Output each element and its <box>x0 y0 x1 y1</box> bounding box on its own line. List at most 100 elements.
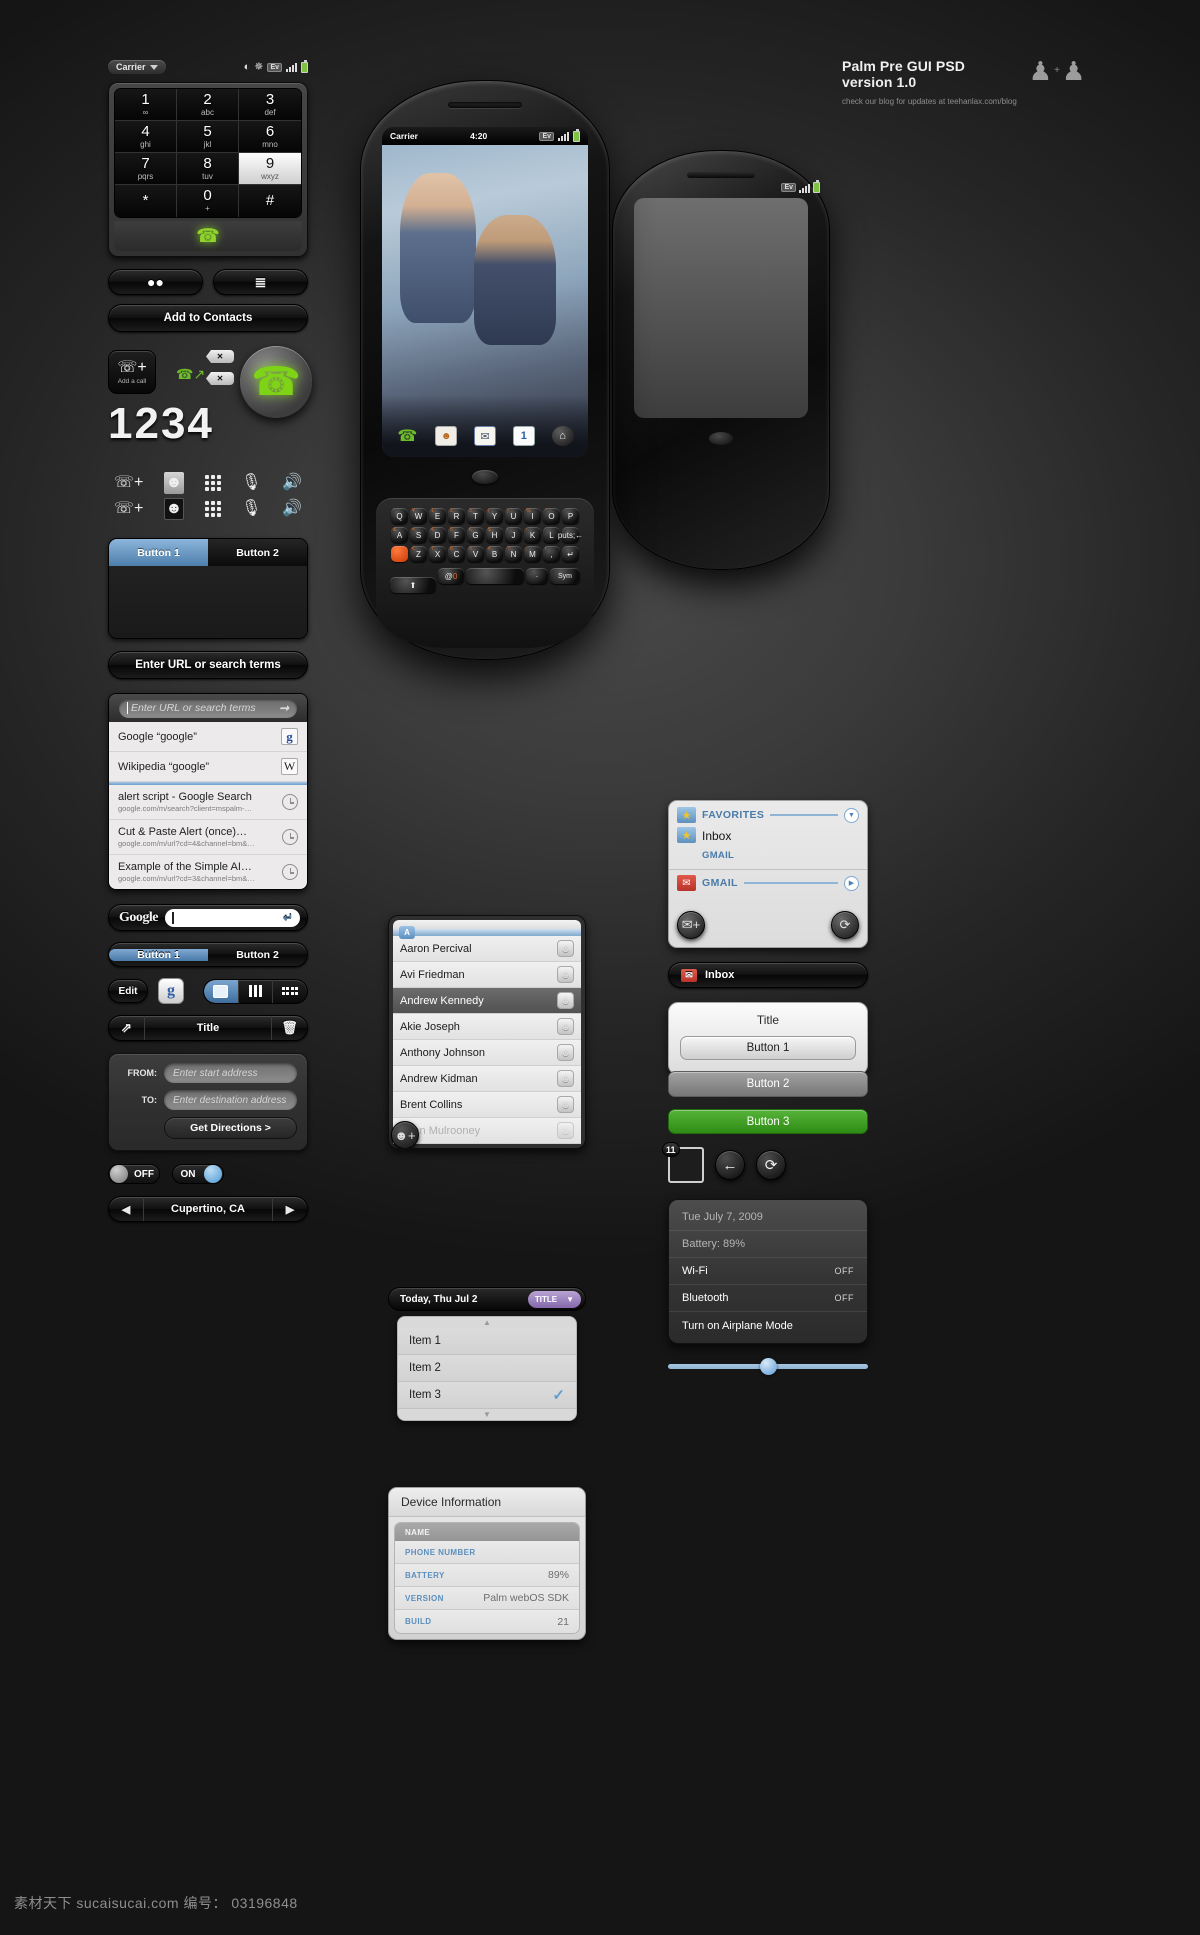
carrier-chip[interactable]: Carrier <box>108 60 166 74</box>
card-thumbnail[interactable]: 11 <box>662 1142 704 1183</box>
tab-button-1[interactable]: Button 1 <box>109 539 208 566</box>
dial-key-4[interactable]: 4 ghi <box>115 121 177 153</box>
key-W[interactable]: ¥ W <box>410 508 427 524</box>
dialog-button-3[interactable]: Button 3 <box>668 1109 868 1134</box>
destination-address-input[interactable]: Enter destination address <box>164 1090 297 1110</box>
call-transfer-icon[interactable]: ☎↗ <box>176 366 205 383</box>
key-backspace[interactable]: puts;← <box>558 527 583 543</box>
dial-call-bar[interactable]: ☎ <box>114 221 302 251</box>
key-comma[interactable]: /, <box>543 546 560 562</box>
dialpad-icon[interactable] <box>204 475 221 491</box>
key-power-red[interactable] <box>391 546 408 562</box>
segment-button-1[interactable]: Button 1 <box>109 948 208 961</box>
add-call-icon[interactable]: ☏+ <box>114 475 143 491</box>
home-gesture-button[interactable] <box>472 470 498 484</box>
segment-button-2[interactable]: Button 2 <box>208 949 307 961</box>
google-search-input[interactable]: ↵ <box>165 908 300 927</box>
get-directions-button[interactable]: Get Directions > <box>164 1117 297 1139</box>
toggle-on[interactable]: ON <box>172 1164 224 1184</box>
key-C[interactable]: 8C <box>448 546 465 562</box>
key-shift[interactable]: ⬆ <box>390 577 436 593</box>
key-S[interactable]: = S <box>410 527 427 543</box>
dialog-button-2[interactable]: Button 2 <box>668 1071 868 1097</box>
dial-key-3[interactable]: 3 def <box>239 89 301 121</box>
dial-key-6[interactable]: 6 mno <box>239 121 301 153</box>
key-D[interactable]: 4D <box>429 527 446 543</box>
contacts-icon-active[interactable]: ☻ <box>163 498 184 520</box>
delete-tag-2[interactable]: ✕ <box>206 372 234 385</box>
speaker-icon[interactable]: 🔊 <box>282 501 302 517</box>
dial-key-hash[interactable]: # <box>239 185 301 217</box>
title-dropdown-chip[interactable]: TITLE ▼ <box>527 1290 581 1308</box>
play-circle-icon[interactable]: ▶ <box>844 875 859 891</box>
dialog-button-1[interactable]: Button 1 <box>680 1036 856 1060</box>
add-contact-icon[interactable]: ☻+ <box>391 1121 419 1148</box>
add-to-contacts-button[interactable]: Add to Contacts <box>108 304 308 332</box>
return-arrow-icon[interactable]: ↵ <box>283 911 293 925</box>
key-period[interactable]: · <box>526 568 548 584</box>
key-J[interactable]: ! J <box>505 527 522 543</box>
key-at-zero[interactable]: @0 <box>438 568 464 584</box>
add-call-icon[interactable]: ☏+ <box>114 501 143 517</box>
dial-key-8[interactable]: 8 tuv <box>177 153 239 185</box>
add-a-call-button[interactable]: ☏+ Add a call <box>108 350 156 394</box>
delete-tag-1[interactable]: ✕ <box>206 350 234 363</box>
share-icon[interactable]: ⇗ <box>109 1016 145 1040</box>
key-Q[interactable]: ' Q <box>391 508 408 524</box>
dialpad-icon[interactable] <box>204 501 221 517</box>
key-T[interactable]: 3T <box>467 508 484 524</box>
dial-key-2[interactable]: 2 abc <box>177 89 239 121</box>
key-I[interactable]: % I <box>524 508 541 524</box>
tab-button-2[interactable]: Button 2 <box>208 539 307 566</box>
refresh-icon[interactable]: ⟳ <box>831 911 859 939</box>
dial-key-7[interactable]: 7 pqrs <box>115 153 177 185</box>
mute-icon[interactable]: 🎙 <box>241 501 261 517</box>
key-O[interactable]: " O <box>543 508 560 524</box>
key-H[interactable]: $ H <box>486 527 503 543</box>
status-wifi-row[interactable]: Wi-Fi OFF <box>669 1258 867 1285</box>
dial-key-1[interactable]: 1 ∞ <box>115 89 177 121</box>
dial-key-5[interactable]: 5 jkl <box>177 121 239 153</box>
search-result-item[interactable]: Google “google” g <box>109 722 307 752</box>
dial-key-star[interactable]: * <box>115 185 177 217</box>
columns-view-icon[interactable] <box>239 979 274 1003</box>
edit-button[interactable]: Edit <box>108 979 148 1003</box>
key-B[interactable]: # B <box>486 546 503 562</box>
key-N[interactable]: ? N <box>505 546 522 562</box>
key-Z[interactable]: € Z <box>410 546 427 562</box>
speaker-icon[interactable]: 🔊 <box>282 475 302 491</box>
contact-row[interactable]: Anthony Johnson ☻ <box>393 1040 581 1066</box>
google-app-tile[interactable]: g <box>158 978 184 1004</box>
contact-row[interactable]: Aaron Percival ☻ <box>393 936 581 962</box>
status-airplane-row[interactable]: Turn on Airplane Mode <box>669 1312 867 1339</box>
status-bluetooth-row[interactable]: Bluetooth OFF <box>669 1285 867 1312</box>
dial-key-0[interactable]: 0 + <box>177 185 239 217</box>
grid-view-icon[interactable] <box>273 980 307 1003</box>
key-E[interactable]: 1E <box>429 508 446 524</box>
page-view-icon[interactable] <box>204 979 239 1003</box>
email-icon[interactable]: ✉ <box>473 426 496 446</box>
key-A[interactable]: & A <box>391 527 408 543</box>
triangle-right-icon[interactable]: ▶ <box>273 1203 307 1216</box>
contact-row[interactable]: Avi Friedman ☻ <box>393 962 581 988</box>
favorites-row[interactable]: ★ FAVORITES ▼ <box>669 801 867 827</box>
contact-row[interactable]: Akie Joseph ☻ <box>393 1014 581 1040</box>
contact-row-selected[interactable]: Andrew Kennedy ☻ <box>393 988 581 1014</box>
arrow-right-icon[interactable]: ➞ <box>279 701 289 715</box>
slider-thumb[interactable] <box>760 1357 777 1375</box>
chevron-down-icon[interactable]: ▼ <box>398 1409 576 1420</box>
slider-control[interactable] <box>668 1357 868 1375</box>
contact-row[interactable]: Brian Mulrooney ☻ ☻+ <box>391 1118 581 1148</box>
contact-row[interactable]: Brent Collins ☻ <box>393 1092 581 1118</box>
alpha-index-bar[interactable]: A <box>393 926 581 939</box>
key-P[interactable]: P <box>562 508 579 524</box>
search-result-item[interactable]: alert script - Google Search google.com/… <box>109 785 307 820</box>
key-G[interactable]: 6G <box>467 527 484 543</box>
triangle-left-icon[interactable]: ◀ <box>109 1203 143 1216</box>
contacts-card-icon[interactable]: ☻ <box>435 426 458 446</box>
key-V[interactable]: 9V <box>467 546 484 562</box>
key-K[interactable]: :K <box>524 527 541 543</box>
key-enter[interactable]: ↵ <box>562 546 579 562</box>
refresh-icon[interactable]: ⟳ <box>756 1150 786 1180</box>
dial-key-9[interactable]: 9 wxyz <box>239 153 301 185</box>
